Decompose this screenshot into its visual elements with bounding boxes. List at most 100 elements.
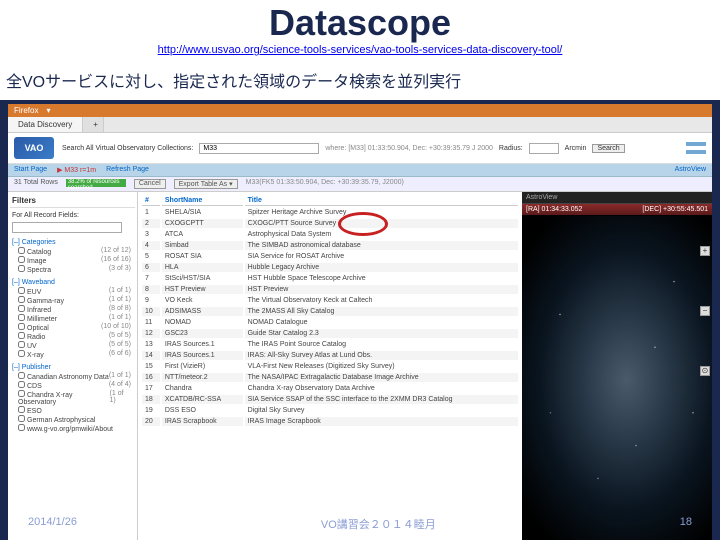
col-num[interactable]: # (142, 196, 160, 206)
table-row[interactable]: 5ROSAT SIASIA Service for ROSAT Archive (142, 252, 518, 261)
filter-search-input[interactable] (12, 222, 122, 233)
cancel-button[interactable]: Cancel (134, 179, 166, 189)
results-table: # ShortName Title 1SHELA/SIASpitzer Heri… (140, 194, 520, 428)
filter-checkbox[interactable] (18, 350, 25, 357)
tab-strip: Data Discovery + (8, 117, 712, 133)
search-label: Search All Virtual Observatory Collectio… (62, 145, 193, 152)
filter-item[interactable]: Image(16 of 16) (10, 256, 135, 265)
filter-item[interactable]: Spectra(3 of 3) (10, 265, 135, 274)
table-row[interactable]: 13IRAS Sources.1The IRAS Point Source Ca… (142, 340, 518, 349)
table-row[interactable]: 15First (VizieR)VLA-First New Releases (… (142, 362, 518, 371)
table-row[interactable]: 9VO KeckThe Virtual Observatory Keck at … (142, 296, 518, 305)
filter-item[interactable]: Gamma-ray(1 of 1) (10, 296, 135, 305)
table-row[interactable]: 20IRAS ScrapbookIRAS Image Scrapbook (142, 417, 518, 426)
filter-item[interactable]: UV(5 of 5) (10, 341, 135, 350)
where-input[interactable] (199, 143, 319, 154)
total-rows: 31 Total Rows (14, 179, 58, 189)
table-row[interactable]: 6HLAHubble Legacy Archive (142, 263, 518, 272)
results-panel: # ShortName Title 1SHELA/SIASpitzer Heri… (138, 192, 522, 540)
progress-bar: 38.2% of resources searched (66, 179, 126, 187)
col-title[interactable]: Title (245, 196, 518, 206)
tab-data-discovery[interactable]: Data Discovery (8, 117, 83, 132)
filter-item[interactable]: Chandra X-ray Observatory(1 of 1) (10, 390, 135, 406)
table-row[interactable]: 12GSC23Guide Star Catalog 2.3 (142, 329, 518, 338)
browser-name: Firefox (14, 106, 38, 115)
table-row[interactable]: 2CXOGCPTTCXOGC/PTT Source Survey (142, 219, 518, 228)
filter-checkbox[interactable] (18, 424, 25, 431)
filter-item[interactable]: Infrared(8 of 8) (10, 305, 135, 314)
zoom-in-button[interactable]: + (700, 246, 710, 256)
filter-checkbox[interactable] (18, 406, 25, 413)
table-row[interactable]: 11NOMADNOMAD Catalogue (142, 318, 518, 327)
publisher-toggle[interactable]: [–] Publisher (10, 363, 135, 372)
astroview-title: AstroView (522, 192, 712, 204)
filter-item[interactable]: Catalog(12 of 12) (10, 247, 135, 256)
filter-checkbox[interactable] (18, 341, 25, 348)
filter-checkbox[interactable] (18, 372, 25, 379)
filter-item[interactable]: EUV(1 of 1) (10, 287, 135, 296)
filter-item[interactable]: Millimeter(1 of 1) (10, 314, 135, 323)
filter-checkbox[interactable] (18, 247, 25, 254)
where-resolved: where: [M33] 01:33:50.904, Dec: +30:39:3… (325, 145, 493, 152)
radius-input[interactable] (529, 143, 559, 154)
vao-logo: VAO (14, 137, 54, 159)
filter-checkbox[interactable] (18, 314, 25, 321)
filter-item[interactable]: www.g-vo.org/pmwiki/About (10, 424, 135, 433)
filter-checkbox[interactable] (18, 381, 25, 388)
zoom-out-button[interactable]: − (700, 306, 710, 316)
table-row[interactable]: 7StSci/HST/SIAHST Hubble Space Telescope… (142, 274, 518, 283)
filter-checkbox[interactable] (18, 256, 25, 263)
radius-unit: Arcmin (565, 145, 587, 152)
table-row[interactable]: 4SimbadThe SIMBAD astronomical database (142, 241, 518, 250)
filter-checkbox[interactable] (18, 323, 25, 330)
table-row[interactable]: 18XCATDB/RC-SSASIA Service SSAP of the S… (142, 395, 518, 404)
footer-center: VO講習会２０１４睦月 (321, 516, 436, 532)
filter-item[interactable]: Canadian Astronomy Data(1 of 1) (10, 372, 135, 381)
filter-checkbox[interactable] (18, 305, 25, 312)
coordinates-bar: [RA] 01:34:33.052 [DEC] +30:55:45.501 (522, 204, 712, 216)
filter-checkbox[interactable] (18, 296, 25, 303)
browser-menu-icon[interactable]: ▾ (46, 106, 50, 115)
table-row[interactable]: 1SHELA/SIASpitzer Heritage Archive Surve… (142, 208, 518, 217)
filter-item[interactable]: Optical(10 of 10) (10, 323, 135, 332)
filter-checkbox[interactable] (18, 332, 25, 339)
filter-item[interactable]: German Astrophysical (10, 415, 135, 424)
waveband-toggle[interactable]: [–] Waveband (10, 278, 135, 287)
table-row[interactable]: 10ADSIMASSThe 2MASS All Sky Catalog (142, 307, 518, 316)
filter-item[interactable]: X-ray(6 of 6) (10, 350, 135, 359)
new-tab-button[interactable]: + (83, 117, 104, 132)
categories-toggle[interactable]: [–] Categories (10, 238, 135, 247)
filter-item[interactable]: ESO (10, 406, 135, 415)
export-button[interactable]: Export Table As ▾ (174, 179, 238, 189)
filter-item[interactable]: Radio(5 of 5) (10, 332, 135, 341)
table-row[interactable]: 17ChandraChandra X-ray Observatory Data … (142, 384, 518, 393)
ra-value: [RA] 01:34:33.052 (526, 206, 582, 213)
screenshot: Firefox ▾ Data Discovery + VAO Search All… (8, 104, 712, 540)
filter-checkbox[interactable] (18, 287, 25, 294)
link-url[interactable]: http://www.usvao.org/science-tools-servi… (0, 44, 720, 60)
table-row[interactable]: 19DSS ESODigital Sky Survey (142, 406, 518, 415)
refresh-link[interactable]: Refresh Page (106, 166, 149, 174)
astroview-header-link[interactable]: AstroView (675, 166, 706, 174)
search-button[interactable]: Search (592, 144, 624, 153)
reset-button[interactable]: ⊙ (700, 366, 710, 376)
header: VAO Search All Virtual Observatory Colle… (8, 133, 712, 164)
filter-checkbox[interactable] (18, 390, 25, 397)
filter-checkbox[interactable] (18, 415, 25, 422)
filter-checkbox[interactable] (18, 265, 25, 272)
table-row[interactable]: 8HST PreviewHST Preview (142, 285, 518, 294)
slide-subtitle: 全VOサービスに対し、指定された領域のデータ検索を並列実行 (0, 60, 720, 100)
record-fields-label: For All Record Fields: (10, 210, 135, 221)
filters-header: Filters (10, 194, 135, 208)
table-row[interactable]: 3ATCAAstrophysical Data System (142, 230, 518, 239)
start-page-link[interactable]: Start Page (14, 166, 47, 174)
table-row[interactable]: 16NTT/meteor.2The NASA/IPAC Extragalacti… (142, 373, 518, 382)
browser-bar: Firefox ▾ (8, 104, 712, 117)
sky-image[interactable]: + − ⊙ (522, 216, 712, 540)
query-label: ▶ M33 r=1m (57, 166, 96, 174)
table-row[interactable]: 14IRAS Sources.1IRAS: All-Sky Survey Atl… (142, 351, 518, 360)
filter-item[interactable]: CDS(4 of 4) (10, 381, 135, 390)
col-shortname[interactable]: ShortName (162, 196, 243, 206)
astroview-panel: AstroView [RA] 01:34:33.052 [DEC] +30:55… (522, 192, 712, 540)
radius-label: Radius: (499, 145, 523, 152)
